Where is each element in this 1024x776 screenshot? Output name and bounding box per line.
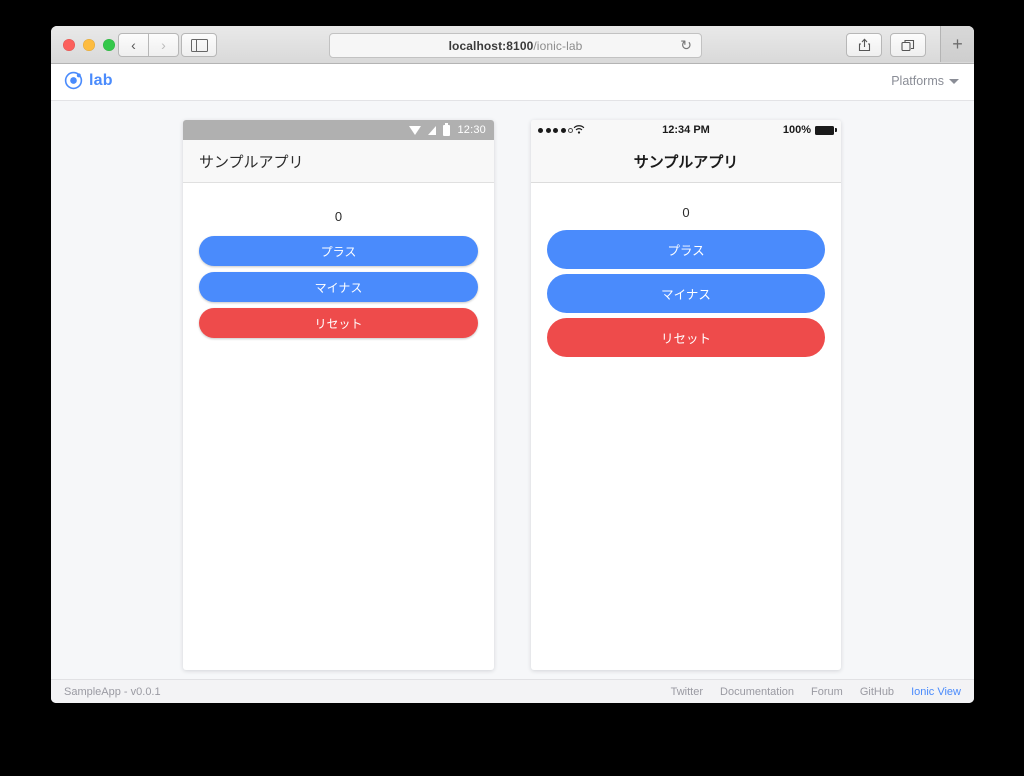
status-time: 12:30 — [457, 124, 486, 136]
plus-button[interactable]: プラス — [547, 230, 825, 269]
android-status-bar: 12:30 — [183, 120, 494, 140]
share-button[interactable] — [846, 33, 882, 57]
tabs-icon — [901, 39, 915, 51]
battery-icon — [815, 125, 837, 135]
forward-button[interactable]: › — [149, 33, 179, 57]
close-window-button[interactable] — [63, 39, 75, 51]
address-bar[interactable]: localhost:8100/ionic-lab ↻ — [329, 33, 702, 58]
app-title: サンプルアプリ — [199, 153, 304, 171]
device-preview-ios: 12:34 PM 100% サンプルアプリ 0 プラス マイナス リセット — [531, 120, 841, 670]
plus-button[interactable]: プラス — [199, 236, 478, 266]
ios-app-content: 0 プラス マイナス リセット — [531, 183, 841, 357]
minus-button[interactable]: マイナス — [547, 274, 825, 313]
footer-links: Twitter Documentation Forum GitHub Ionic… — [671, 686, 961, 698]
zoom-window-button[interactable] — [103, 39, 115, 51]
chevron-down-icon — [949, 78, 959, 84]
signal-icon — [428, 125, 437, 135]
lab-preview-area: 12:30 サンプルアプリ 0 プラス マイナス リセット 12:34 PM 1… — [51, 101, 974, 679]
reset-button[interactable]: リセット — [199, 308, 478, 338]
platforms-label: Platforms — [891, 74, 944, 88]
ios-status-bar: 12:34 PM 100% — [531, 120, 841, 140]
platforms-dropdown[interactable]: Platforms — [891, 74, 959, 88]
footer-link-ionic-view[interactable]: Ionic View — [911, 686, 961, 698]
footer-link-twitter[interactable]: Twitter — [671, 686, 703, 698]
android-app-content: 0 プラス マイナス リセット — [183, 183, 494, 338]
url-path: /ionic-lab — [533, 38, 583, 53]
url-text: localhost:8100/ionic-lab — [449, 39, 583, 53]
counter-value: 0 — [334, 209, 343, 224]
wifi-icon — [409, 125, 422, 135]
minus-button[interactable]: マイナス — [199, 272, 478, 302]
navigation-buttons: ‹ › — [118, 33, 179, 57]
ionic-logo-icon — [64, 71, 83, 90]
ios-navbar: サンプルアプリ — [531, 140, 841, 183]
sidebar-toggle-button[interactable] — [181, 33, 217, 57]
url-host: localhost:8100 — [448, 38, 534, 53]
chevron-right-icon: › — [161, 37, 166, 53]
sidebar-icon — [190, 38, 208, 52]
android-navbar: サンプルアプリ — [183, 140, 494, 183]
chevron-left-icon: ‹ — [131, 37, 136, 53]
footer-link-github[interactable]: GitHub — [860, 686, 894, 698]
counter-value: 0 — [682, 205, 690, 220]
window-controls — [63, 39, 115, 51]
app-version-label: SampleApp - v0.0.1 — [64, 686, 161, 698]
toolbar-right-buttons — [846, 33, 926, 57]
ionic-lab-header: lab Platforms — [51, 64, 974, 101]
share-icon — [858, 38, 870, 52]
footer-link-forum[interactable]: Forum — [811, 686, 843, 698]
minimize-window-button[interactable] — [83, 39, 95, 51]
battery-icon — [443, 122, 451, 136]
browser-window: ‹ › localhost:8100/ionic-lab ↻ + lab Pla… — [51, 26, 974, 703]
footer-link-documentation[interactable]: Documentation — [720, 686, 794, 698]
app-title: サンプルアプリ — [633, 153, 739, 171]
new-tab-button[interactable]: + — [940, 26, 974, 62]
battery-percent: 100% — [782, 124, 811, 136]
lab-footer: SampleApp - v0.0.1 Twitter Documentation… — [51, 679, 974, 703]
brand[interactable]: lab — [64, 71, 113, 90]
battery-status: 100% — [782, 124, 837, 136]
brand-label: lab — [89, 71, 113, 89]
show-tabs-button[interactable] — [890, 33, 926, 57]
reset-button[interactable]: リセット — [547, 318, 825, 357]
back-button[interactable]: ‹ — [118, 33, 149, 57]
device-preview-android: 12:30 サンプルアプリ 0 プラス マイナス リセット — [183, 120, 494, 670]
browser-toolbar: ‹ › localhost:8100/ionic-lab ↻ + — [51, 26, 974, 64]
reload-icon[interactable]: ↻ — [680, 37, 692, 54]
